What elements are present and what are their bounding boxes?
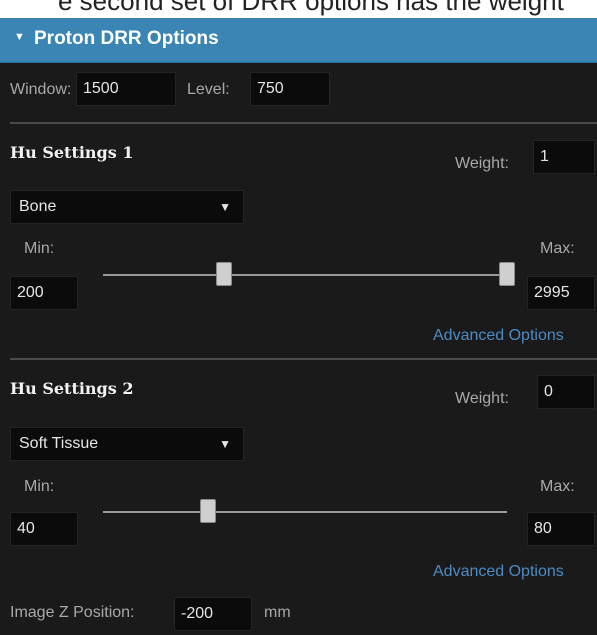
hu2-weight-input[interactable]: 0 xyxy=(537,375,595,409)
window-input[interactable]: 1500 xyxy=(76,72,176,106)
hu-settings-2-title: Hu Settings 2 xyxy=(10,379,134,398)
hu1-max-label: Max: xyxy=(540,240,575,257)
hu2-max-label: Max: xyxy=(540,478,575,495)
hu2-weight-label: Weight: xyxy=(455,390,509,407)
hu1-advanced-options-link[interactable]: Advanced Options xyxy=(433,327,564,345)
section-divider xyxy=(10,122,597,124)
hu1-range-slider-track[interactable] xyxy=(103,274,507,276)
level-label: Level: xyxy=(187,81,230,98)
caption-text: e second set of DRR options has the weig… xyxy=(58,0,564,16)
triangle-down-icon[interactable]: ▼ xyxy=(14,31,25,43)
section-divider xyxy=(10,358,597,360)
hu1-weight-input[interactable]: 1 xyxy=(533,140,595,174)
level-input[interactable]: 750 xyxy=(250,72,330,106)
hu1-weight-label: Weight: xyxy=(455,155,509,172)
hu1-max-slider-handle[interactable] xyxy=(499,262,515,286)
window-label: Window: xyxy=(10,81,72,98)
hu2-advanced-options-link[interactable]: Advanced Options xyxy=(433,563,564,581)
hu2-material-select[interactable]: Soft Tissue ▼ xyxy=(10,427,244,461)
hu1-min-input[interactable]: 200 xyxy=(10,276,78,310)
hu2-material-value: Soft Tissue xyxy=(19,435,99,452)
hu1-min-slider-handle[interactable] xyxy=(216,262,232,286)
image-z-position-input[interactable]: -200 xyxy=(174,597,252,631)
hu2-min-label: Min: xyxy=(24,478,55,495)
hu1-material-value: Bone xyxy=(19,198,57,215)
hu2-max-input[interactable]: 80 xyxy=(527,512,595,546)
proton-drr-options-panel: ▼ Proton DRR Options Window: 1500 Level:… xyxy=(0,18,597,635)
dropdown-arrow-icon: ▼ xyxy=(219,200,231,214)
hu2-range-slider-track[interactable] xyxy=(103,511,507,513)
hu1-material-select[interactable]: Bone ▼ xyxy=(10,190,244,224)
hu2-min-input[interactable]: 40 xyxy=(10,512,78,546)
hu2-min-slider-handle[interactable] xyxy=(200,499,216,523)
hu1-max-input[interactable]: 2995 xyxy=(527,276,595,310)
panel-header[interactable]: ▼ Proton DRR Options xyxy=(0,18,597,63)
hu-settings-1-title: Hu Settings 1 xyxy=(10,143,134,162)
panel-title: Proton DRR Options xyxy=(34,28,219,49)
image-z-position-label: Image Z Position: xyxy=(10,604,135,621)
dropdown-arrow-icon: ▼ xyxy=(219,437,231,451)
image-z-unit-label: mm xyxy=(264,604,291,621)
hu1-min-label: Min: xyxy=(24,240,55,257)
caption-fragment: e second set of DRR options has the weig… xyxy=(0,0,597,18)
